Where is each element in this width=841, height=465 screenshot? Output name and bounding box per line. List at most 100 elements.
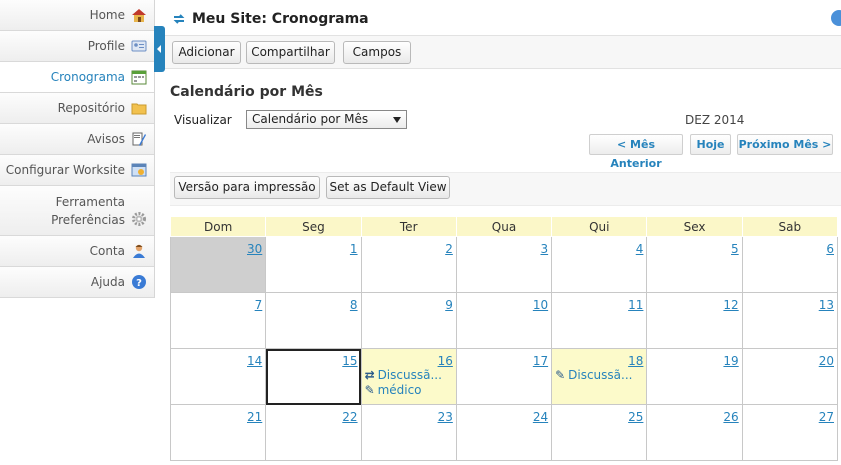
day-number-link[interactable]: 18 bbox=[552, 349, 646, 368]
day-number-link[interactable]: 16 bbox=[362, 349, 456, 368]
sidebar-item-profile[interactable]: Profile bbox=[0, 31, 154, 62]
action-toolbar: Adicionar Compartilhar Campos bbox=[165, 36, 841, 69]
day-number-link[interactable]: 3 bbox=[457, 237, 551, 256]
day-cell[interactable]: 10 bbox=[455, 292, 553, 349]
day-number-link[interactable]: 9 bbox=[362, 293, 456, 312]
day-number-link[interactable]: 22 bbox=[266, 405, 360, 424]
sidebar-item-label: Ferramenta bbox=[55, 194, 125, 209]
sidebar-item-home[interactable]: Home bbox=[0, 0, 154, 31]
calendar-event[interactable]: ✎ Discussã... bbox=[552, 368, 646, 383]
weekday-header: Sab bbox=[741, 216, 839, 237]
day-cell[interactable]: 19 bbox=[646, 348, 743, 405]
day-cell[interactable]: 18 ✎ Discussã... bbox=[551, 348, 648, 405]
add-button[interactable]: Adicionar bbox=[172, 41, 241, 64]
day-cell[interactable]: 20 bbox=[741, 348, 839, 405]
day-number-link[interactable]: 11 bbox=[552, 293, 646, 312]
calendar-week: 21 22 23 24 25 26 27 bbox=[169, 404, 839, 461]
user-icon bbox=[131, 243, 147, 259]
day-cell[interactable]: 23 bbox=[360, 404, 457, 461]
day-cell[interactable]: 5 bbox=[646, 236, 743, 293]
weekday-header: Dom bbox=[169, 216, 267, 237]
day-number-link[interactable]: 24 bbox=[457, 405, 551, 424]
reset-tool-icon[interactable] bbox=[172, 12, 186, 29]
day-number-link[interactable]: 21 bbox=[171, 405, 265, 424]
day-cell[interactable]: 21 bbox=[169, 404, 267, 461]
today-cell[interactable]: 15 bbox=[265, 348, 362, 405]
day-cell[interactable]: 14 bbox=[169, 348, 267, 405]
sidebar-item-avisos[interactable]: Avisos bbox=[0, 124, 154, 155]
view-select[interactable]: Calendário por Mês bbox=[246, 110, 407, 129]
day-number-link[interactable]: 27 bbox=[743, 405, 837, 424]
day-cell[interactable]: 25 bbox=[551, 404, 648, 461]
day-number-link[interactable]: 7 bbox=[171, 293, 265, 312]
day-number-link[interactable]: 25 bbox=[552, 405, 646, 424]
day-cell[interactable]: 27 bbox=[741, 404, 839, 461]
day-cell[interactable]: 3 bbox=[455, 236, 553, 293]
day-number-link[interactable]: 15 bbox=[266, 349, 360, 368]
sidebar-item-preferencias[interactable]: Ferramenta Preferências bbox=[0, 186, 154, 236]
calendar-event[interactable]: ⇄ Discussã... bbox=[362, 368, 456, 383]
view-label: Visualizar bbox=[174, 113, 232, 127]
day-number-link[interactable]: 4 bbox=[552, 237, 646, 256]
day-cell[interactable]: 17 bbox=[455, 348, 553, 405]
day-cell[interactable]: 4 bbox=[551, 236, 648, 293]
sidebar-collapse-toggle[interactable] bbox=[154, 26, 165, 72]
calendar-event[interactable]: ✎ médico bbox=[362, 383, 456, 398]
share-button[interactable]: Compartilhar bbox=[246, 41, 335, 64]
day-cell[interactable]: 16 ⇄ Discussã... ✎ médico bbox=[360, 348, 457, 405]
sidebar-item-label: Conta bbox=[89, 244, 125, 258]
calendar-icon bbox=[131, 69, 147, 85]
set-default-view-button[interactable]: Set as Default View bbox=[326, 176, 450, 199]
day-number-link[interactable]: 6 bbox=[743, 237, 837, 256]
calendar-week: 14 15 16 ⇄ Discussã... ✎ médico 17 18 ✎ Dis… bbox=[169, 348, 839, 405]
sidebar-item-repositorio[interactable]: Repositório bbox=[0, 93, 154, 124]
day-cell[interactable]: 7 bbox=[169, 292, 267, 349]
day-cell[interactable]: 22 bbox=[265, 404, 362, 461]
day-number-link[interactable]: 23 bbox=[362, 405, 456, 424]
day-number-link[interactable]: 8 bbox=[266, 293, 360, 312]
print-version-button[interactable]: Versão para impressão bbox=[174, 176, 320, 199]
day-cell[interactable]: 6 bbox=[741, 236, 839, 293]
day-cell[interactable]: 9 bbox=[360, 292, 457, 349]
day-cell[interactable]: 24 bbox=[455, 404, 553, 461]
day-cell[interactable]: 13 bbox=[741, 292, 839, 349]
tool-header: Meu Site: Cronograma bbox=[165, 0, 841, 36]
day-cell[interactable]: 2 bbox=[360, 236, 457, 293]
day-cell[interactable]: 1 bbox=[265, 236, 362, 293]
sidebar-item-label: Preferências bbox=[51, 212, 125, 227]
day-number-link[interactable]: 30 bbox=[171, 237, 265, 256]
next-month-button[interactable]: Próximo Mês > bbox=[737, 134, 833, 155]
sidebar-item-ajuda[interactable]: Ajuda ? bbox=[0, 267, 154, 298]
day-cell[interactable]: 30 bbox=[169, 236, 267, 293]
site-settings-icon bbox=[131, 162, 147, 178]
day-cell[interactable]: 11 bbox=[551, 292, 648, 349]
day-number-link[interactable]: 1 bbox=[266, 237, 360, 256]
day-number-link[interactable]: 5 bbox=[647, 237, 741, 256]
gear-icon bbox=[131, 211, 147, 227]
help-corner-icon[interactable] bbox=[831, 10, 841, 26]
today-button[interactable]: Hoje bbox=[690, 134, 731, 155]
fields-button[interactable]: Campos bbox=[343, 41, 411, 64]
sidebar-item-conta[interactable]: Conta bbox=[0, 236, 154, 267]
day-number-link[interactable]: 26 bbox=[647, 405, 741, 424]
day-cell[interactable]: 12 bbox=[646, 292, 743, 349]
day-number-link[interactable]: 12 bbox=[647, 293, 741, 312]
sidebar-item-configurar-worksite[interactable]: Configurar Worksite bbox=[0, 155, 154, 186]
day-number-link[interactable]: 10 bbox=[457, 293, 551, 312]
day-cell[interactable]: 8 bbox=[265, 292, 362, 349]
sidebar-item-label: Avisos bbox=[87, 132, 125, 146]
event-type-icon: ✎ bbox=[364, 383, 375, 397]
sidebar-item-cronograma[interactable]: Cronograma bbox=[0, 62, 154, 93]
profile-card-icon bbox=[131, 38, 147, 54]
day-cell[interactable]: 26 bbox=[646, 404, 743, 461]
day-number-link[interactable]: 14 bbox=[171, 349, 265, 368]
day-number-link[interactable]: 17 bbox=[457, 349, 551, 368]
day-number-link[interactable]: 13 bbox=[743, 293, 837, 312]
previous-month-button[interactable]: < Mês Anterior bbox=[589, 134, 683, 170]
weekday-header: Ter bbox=[360, 216, 457, 237]
day-number-link[interactable]: 2 bbox=[362, 237, 456, 256]
announcement-icon bbox=[131, 131, 147, 147]
event-title: Discussã... bbox=[377, 368, 442, 382]
day-number-link[interactable]: 19 bbox=[647, 349, 741, 368]
day-number-link[interactable]: 20 bbox=[743, 349, 837, 368]
